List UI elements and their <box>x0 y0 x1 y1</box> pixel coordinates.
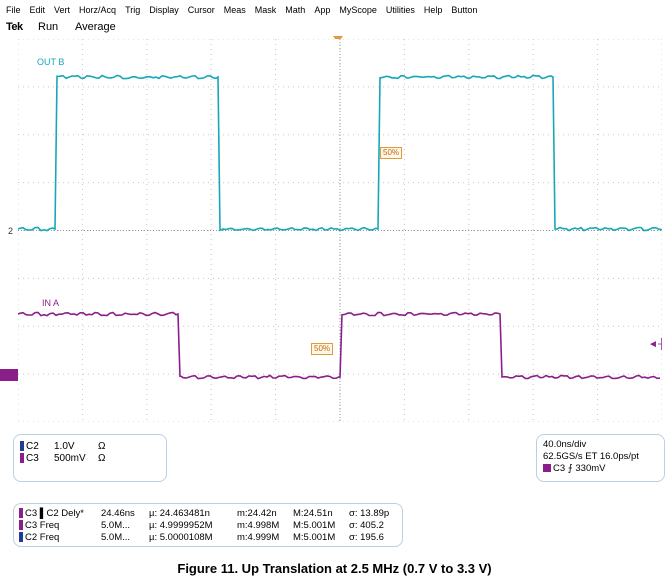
trace-in-a <box>18 311 661 380</box>
menu-horz-acq[interactable]: Horz/Acq <box>79 5 116 15</box>
fifty-percent-tag-in-a: 50% <box>311 343 334 355</box>
measurement-row-delay: C3 ▌C2 Dely* 24.46ns µ: 24.463481n m:24.… <box>19 507 397 519</box>
status-bar: Tek Run Average <box>0 20 669 34</box>
channel-3-color-icon <box>19 508 23 518</box>
menu-file[interactable]: File <box>6 5 21 15</box>
menu-mask[interactable]: Mask <box>255 5 277 15</box>
meas-max: M:5.001M <box>293 531 336 543</box>
measurement-row-c3-freq: C3 Freq 5.0M... µ: 4.9999952M m:4.998M M… <box>19 519 397 531</box>
sample-rate: 62.5GS/s ET 16.0ps/pt <box>543 450 639 462</box>
channel-3-ground-marker-icon[interactable] <box>0 369 18 381</box>
fifty-percent-tag-out-b: 50% <box>380 147 403 159</box>
meas-mean: µ: 24.463481n <box>149 507 210 519</box>
channel-3-color-icon <box>19 520 23 530</box>
timebase-scale: 40.0ns/div <box>543 438 587 450</box>
menu-edit[interactable]: Edit <box>30 5 46 15</box>
menu-math[interactable]: Math <box>285 5 305 15</box>
trigger-level-arrow-icon[interactable]: ◄┤ <box>648 339 665 350</box>
scale-impedance: Ω <box>98 452 106 464</box>
scale-row-c3: C3 500mV Ω <box>20 452 160 464</box>
channel-2-ground-marker[interactable]: 2 <box>8 226 13 236</box>
meas-mean: µ: 4.9999952M <box>149 519 213 531</box>
scale-value: 500mV <box>54 452 86 464</box>
vertical-scale-panel[interactable]: C2 1.0V Ω C3 500mV Ω <box>13 434 167 482</box>
channel-3-trigger-icon <box>543 464 551 472</box>
menu-bar: File Edit Vert Horz/Acq Trig Display Cur… <box>0 0 669 20</box>
meas-value: 5.0M... <box>101 519 131 531</box>
meas-label: C3 Freq <box>25 519 60 531</box>
meas-min: m:4.998M <box>237 519 280 531</box>
brand-logo: Tek <box>6 21 23 33</box>
trace-label-out-b: OUT B <box>37 57 65 67</box>
scale-row-c2: C2 1.0V Ω <box>20 440 160 452</box>
meas-max: M:5.001M <box>293 519 336 531</box>
menu-myscope[interactable]: MyScope <box>339 5 377 15</box>
scale-value: 1.0V <box>54 440 75 452</box>
meas-label: C2 Freq <box>25 531 60 543</box>
trigger-level: C3 ⨍ 330mV <box>553 462 606 474</box>
trace-label-in-a: IN A <box>42 298 60 308</box>
measurement-panel[interactable]: C3 ▌C2 Dely* 24.46ns µ: 24.463481n m:24.… <box>13 503 403 547</box>
waveform-display[interactable] <box>18 39 662 422</box>
menu-utilities[interactable]: Utilities <box>386 5 415 15</box>
meas-value: 24.46ns <box>101 507 135 519</box>
menu-vert[interactable]: Vert <box>54 5 70 15</box>
figure-caption: Figure 11. Up Translation at 2.5 MHz (0.… <box>177 561 492 576</box>
menu-help[interactable]: Help <box>424 5 443 15</box>
channel-2-color-icon <box>20 441 24 451</box>
menu-app[interactable]: App <box>314 5 330 15</box>
scale-impedance: Ω <box>98 440 106 452</box>
menu-display[interactable]: Display <box>149 5 179 15</box>
timebase-panel[interactable]: 40.0ns/div 62.5GS/s ET 16.0ps/pt C3 ⨍ 33… <box>536 434 665 482</box>
menu-cursor[interactable]: Cursor <box>188 5 215 15</box>
acquisition-mode[interactable]: Average <box>75 21 116 33</box>
scale-channel: C3 <box>26 452 39 464</box>
meas-min: m:4.999M <box>237 531 280 543</box>
meas-mean: µ: 5.0000108M <box>149 531 213 543</box>
meas-max: M:24.51n <box>293 507 333 519</box>
meas-value: 5.0M... <box>101 531 131 543</box>
meas-sigma: σ: 13.89p <box>349 507 390 519</box>
trigger-setting: C3 ⨍ 330mV <box>543 462 658 474</box>
menu-button[interactable]: Button <box>451 5 477 15</box>
run-status[interactable]: Run <box>38 21 58 33</box>
measurement-row-c2-freq: C2 Freq 5.0M... µ: 5.0000108M m:4.999M M… <box>19 531 397 543</box>
meas-sigma: σ: 195.6 <box>349 531 384 543</box>
scale-channel: C2 <box>26 440 39 452</box>
meas-min: m:24.42n <box>237 507 277 519</box>
waveform-canvas <box>18 39 662 422</box>
menu-trig[interactable]: Trig <box>125 5 140 15</box>
channel-2-color-icon <box>19 532 23 542</box>
channel-3-color-icon <box>20 453 24 463</box>
meas-label: C3 ▌C2 Dely* <box>25 507 84 519</box>
meas-sigma: σ: 405.2 <box>349 519 384 531</box>
menu-meas[interactable]: Meas <box>224 5 246 15</box>
